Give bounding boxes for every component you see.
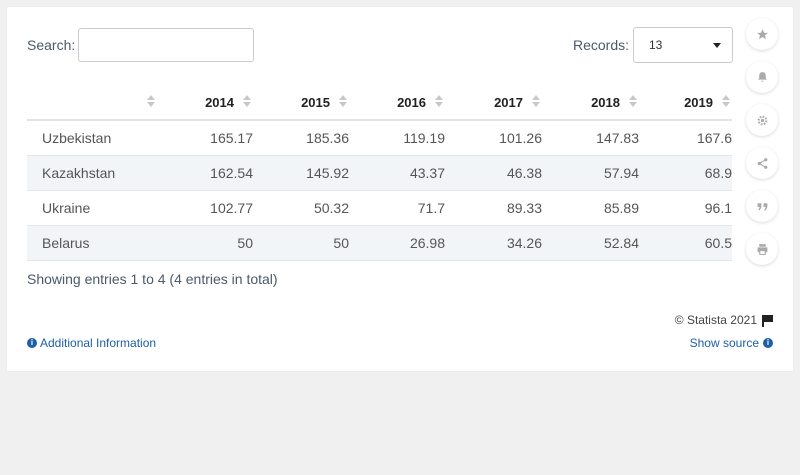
copyright-text: © Statista 2021 — [674, 313, 757, 327]
value-cell: 101.26 — [445, 120, 542, 156]
print-button[interactable] — [746, 233, 778, 265]
value-cell: 34.26 — [445, 225, 542, 261]
column-header-2015[interactable]: 2015 — [253, 83, 349, 121]
entries-info: Showing entries 1 to 4 (4 entries in tot… — [27, 271, 278, 287]
value-cell: 167.6 — [639, 120, 732, 156]
share-icon — [757, 157, 767, 169]
search-label: Search: — [27, 37, 76, 53]
table-row: Ukraine 102.77 50.32 71.7 89.33 85.89 96… — [27, 190, 732, 226]
table-row: Uzbekistan 165.17 185.36 119.19 101.26 1… — [27, 120, 732, 156]
search-input[interactable] — [78, 28, 254, 62]
settings-button[interactable] — [746, 104, 778, 136]
share-button[interactable] — [746, 147, 778, 179]
show-source-link[interactable]: Show source i — [690, 336, 773, 350]
statistic-card: Search: Records: 13 2014 2015 2016 2017 … — [7, 7, 793, 371]
favorite-button[interactable] — [746, 18, 778, 50]
star-icon — [756, 28, 768, 39]
value-cell: 162.54 — [157, 155, 253, 191]
sort-icon — [532, 95, 540, 108]
sort-icon — [435, 95, 443, 108]
chevron-down-icon — [713, 43, 721, 48]
quote-icon — [757, 202, 767, 210]
value-cell: 68.9 — [639, 155, 732, 191]
value-cell: 43.37 — [349, 155, 445, 191]
data-table: 2014 2015 2016 2017 2018 2019 Uzbekistan… — [27, 83, 732, 261]
table-row: Kazakhstan 162.54 145.92 43.37 46.38 57.… — [27, 155, 732, 191]
print-icon — [757, 243, 767, 255]
records-value: 13 — [649, 38, 663, 52]
column-header-2017[interactable]: 2017 — [445, 83, 542, 121]
flag-icon — [762, 314, 773, 327]
country-cell: Kazakhstan — [27, 155, 157, 191]
notification-button[interactable] — [746, 61, 778, 93]
value-cell: 52.84 — [542, 225, 639, 261]
table-header-row: 2014 2015 2016 2017 2018 2019 — [27, 83, 732, 121]
bell-icon — [757, 71, 767, 82]
cite-button[interactable] — [746, 190, 778, 222]
info-icon: i — [763, 338, 773, 348]
records-select[interactable]: 13 — [633, 27, 733, 63]
value-cell: 50 — [157, 225, 253, 261]
sort-icon — [339, 95, 347, 108]
value-cell: 145.92 — [253, 155, 349, 191]
gear-icon — [757, 115, 767, 125]
column-header-2019[interactable]: 2019 — [639, 83, 732, 121]
value-cell: 60.5 — [639, 225, 732, 261]
additional-information-label: Additional Information — [40, 336, 157, 350]
country-cell: Belarus — [27, 225, 157, 261]
value-cell: 50 — [253, 225, 349, 261]
value-cell: 46.38 — [445, 155, 542, 191]
value-cell: 57.94 — [542, 155, 639, 191]
sort-icon — [243, 95, 251, 108]
sort-icon — [147, 95, 155, 108]
value-cell: 102.77 — [157, 190, 253, 226]
value-cell: 89.33 — [445, 190, 542, 226]
column-header-2018[interactable]: 2018 — [542, 83, 639, 121]
copyright[interactable]: © Statista 2021 — [675, 313, 773, 327]
country-cell: Ukraine — [27, 190, 157, 226]
column-header-2014[interactable]: 2014 — [157, 83, 253, 121]
table-row: Belarus 50 50 26.98 34.26 52.84 60.5 — [27, 225, 732, 261]
sort-icon — [629, 95, 637, 108]
value-cell: 71.7 — [349, 190, 445, 226]
column-header-2016[interactable]: 2016 — [349, 83, 445, 121]
value-cell: 50.32 — [253, 190, 349, 226]
show-source-label: Show source — [689, 336, 759, 350]
value-cell: 85.89 — [542, 190, 639, 226]
additional-information-link[interactable]: i Additional Information — [27, 336, 156, 350]
records-label: Records: — [573, 37, 630, 53]
value-cell: 147.83 — [542, 120, 639, 156]
value-cell: 96.1 — [639, 190, 732, 226]
value-cell: 185.36 — [253, 120, 349, 156]
value-cell: 165.17 — [157, 120, 253, 156]
country-cell: Uzbekistan — [27, 120, 157, 156]
column-header-country[interactable] — [27, 83, 157, 121]
value-cell: 26.98 — [349, 225, 445, 261]
sort-icon — [722, 95, 730, 108]
info-icon: i — [27, 338, 37, 348]
value-cell: 119.19 — [349, 120, 445, 156]
